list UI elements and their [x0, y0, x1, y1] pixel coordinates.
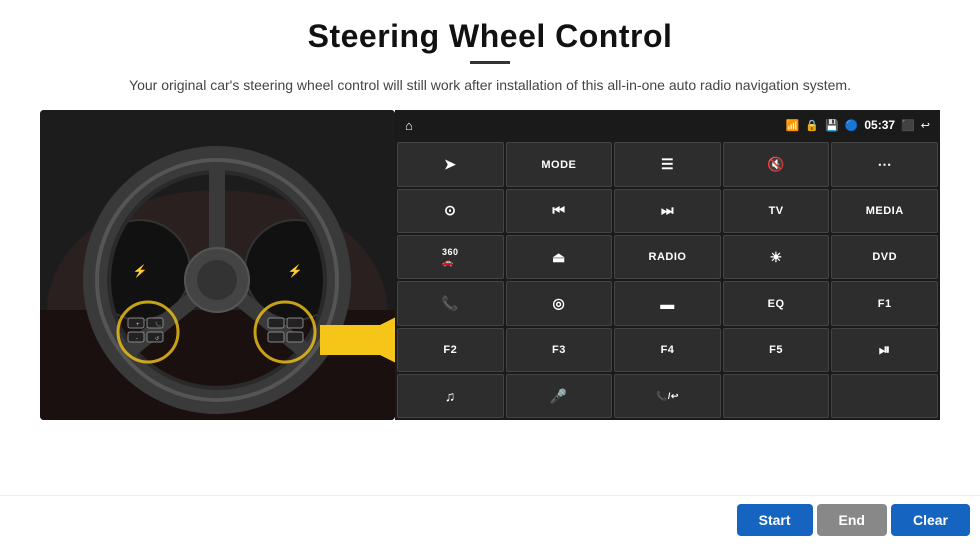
button-grid: ➤ MODE ☰ 🔇 ⋯ ⊙ ⏮ ⏭ TV MEDIA 360🚗 ⏏ RADIO…	[395, 140, 940, 420]
f1-label: F1	[878, 298, 892, 310]
btn-music[interactable]: ♫	[397, 374, 504, 418]
brightness-icon: ☀	[770, 249, 783, 266]
btn-phone[interactable]: 📞	[397, 281, 504, 325]
btn-brightness[interactable]: ☀	[723, 235, 830, 279]
prev-icon: ⏮	[552, 202, 565, 219]
bt-icon: 🔵	[845, 119, 859, 132]
btn-playpause[interactable]: ⏯	[831, 328, 938, 372]
svg-text:📞: 📞	[155, 321, 162, 328]
start-button[interactable]: Start	[737, 504, 813, 536]
svg-text:+: +	[136, 322, 140, 328]
btn-f5[interactable]: F5	[723, 328, 830, 372]
camera-icon: ⊙	[444, 202, 456, 219]
radio-label: RADIO	[649, 251, 687, 263]
btn-nav[interactable]: ◎	[506, 281, 613, 325]
call-end-icon: 📞/↩	[656, 391, 679, 402]
svg-text:-: -	[136, 336, 138, 342]
btn-eq[interactable]: EQ	[723, 281, 830, 325]
btn-menu[interactable]: ☰	[614, 142, 721, 186]
f5-label: F5	[769, 344, 783, 356]
end-button[interactable]: End	[817, 504, 887, 536]
title-divider	[470, 61, 510, 64]
navigate-icon: ➤	[444, 156, 456, 173]
sd-icon: 💾	[825, 119, 839, 132]
status-right: 📶 🔒 💾 🔵 05:37 ⬛ ↩	[786, 118, 930, 132]
page-wrapper: Steering Wheel Control Your original car…	[0, 0, 980, 544]
tv-label: TV	[769, 205, 784, 217]
steering-wheel-image: ⚡ ⚡ + -	[40, 110, 395, 420]
btn-navigate[interactable]: ➤	[397, 142, 504, 186]
eq-label: EQ	[768, 298, 785, 310]
content-area: ⚡ ⚡ + -	[40, 110, 940, 420]
btn-mute[interactable]: 🔇	[723, 142, 830, 186]
headunit-panel: ⌂ 📶 🔒 💾 🔵 05:37 ⬛ ↩ ➤ MODE ☰ 🔇	[395, 110, 940, 420]
status-bar: ⌂ 📶 🔒 💾 🔵 05:37 ⬛ ↩	[395, 110, 940, 140]
lock-icon: 🔒	[805, 119, 819, 132]
btn-f1[interactable]: F1	[831, 281, 938, 325]
btn-screen[interactable]: ▬	[614, 281, 721, 325]
page-title: Steering Wheel Control	[308, 18, 673, 55]
btn-empty-2	[831, 374, 938, 418]
status-time: 05:37	[864, 118, 895, 132]
btn-next[interactable]: ⏭	[614, 189, 721, 233]
btn-media[interactable]: MEDIA	[831, 189, 938, 233]
btn-360[interactable]: 360🚗	[397, 235, 504, 279]
media-label: MEDIA	[866, 205, 904, 217]
btn-f3[interactable]: F3	[506, 328, 613, 372]
phone-icon: 📞	[441, 295, 459, 312]
apps-icon: ⋯	[877, 156, 892, 173]
svg-text:↺: ↺	[155, 336, 159, 342]
wifi-icon: 📶	[786, 119, 800, 132]
playpause-icon: ⏯	[879, 341, 891, 358]
btn-tv[interactable]: TV	[723, 189, 830, 233]
f4-label: F4	[661, 344, 675, 356]
btn-call-end[interactable]: 📞/↩	[614, 374, 721, 418]
home-icon: ⌂	[405, 118, 413, 133]
eject-icon: ⏏	[552, 249, 566, 266]
clear-button[interactable]: Clear	[891, 504, 970, 536]
mode-label: MODE	[541, 159, 576, 171]
cast-icon: ⬛	[901, 119, 915, 132]
dvd-label: DVD	[872, 251, 897, 263]
next-icon: ⏭	[661, 202, 674, 219]
btn-eject[interactable]: ⏏	[506, 235, 613, 279]
f3-label: F3	[552, 344, 566, 356]
page-subtitle: Your original car's steering wheel contr…	[129, 74, 851, 96]
btn-empty-1	[723, 374, 830, 418]
menu-icon: ☰	[661, 156, 674, 173]
f2-label: F2	[443, 344, 457, 356]
music-icon: ♫	[445, 388, 456, 404]
btn-camera[interactable]: ⊙	[397, 189, 504, 233]
btn-f4[interactable]: F4	[614, 328, 721, 372]
btn-radio[interactable]: RADIO	[614, 235, 721, 279]
mute-icon: 🔇	[767, 156, 785, 173]
360-label: 360🚗	[442, 247, 459, 268]
screen-icon: ▬	[660, 296, 675, 312]
btn-apps[interactable]: ⋯	[831, 142, 938, 186]
btn-prev[interactable]: ⏮	[506, 189, 613, 233]
status-left: ⌂	[405, 118, 413, 133]
svg-text:⚡: ⚡	[288, 264, 303, 278]
nav-icon: ◎	[553, 295, 566, 312]
mic-icon: 🎤	[550, 388, 568, 405]
svg-text:⚡: ⚡	[133, 264, 148, 278]
btn-f2[interactable]: F2	[397, 328, 504, 372]
btn-dvd[interactable]: DVD	[831, 235, 938, 279]
back-icon: ↩	[921, 119, 930, 132]
bottom-bar: Start End Clear	[0, 495, 980, 544]
btn-mic[interactable]: 🎤	[506, 374, 613, 418]
btn-mode[interactable]: MODE	[506, 142, 613, 186]
